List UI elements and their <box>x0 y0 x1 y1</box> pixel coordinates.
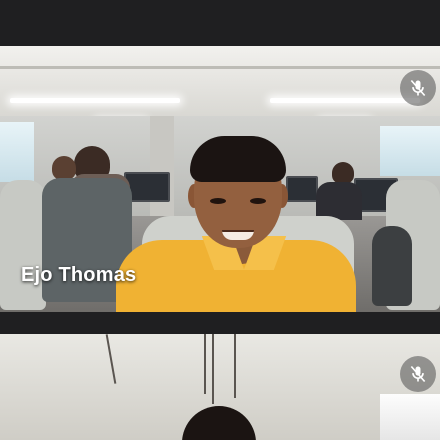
hanging-cable <box>204 334 206 394</box>
ceiling-light <box>10 98 180 103</box>
ceiling-light <box>380 394 440 440</box>
participant-video-tile[interactable] <box>0 334 440 440</box>
mute-status-button[interactable] <box>400 70 436 106</box>
background-person-body <box>316 182 362 220</box>
background-person-head <box>52 156 76 180</box>
mic-off-icon <box>410 79 426 97</box>
participant-eye <box>210 198 226 204</box>
office-chair <box>372 226 412 306</box>
office-chair <box>0 180 46 310</box>
mic-off-icon <box>410 365 426 383</box>
hanging-cable <box>234 334 236 398</box>
participant-eye <box>250 198 266 204</box>
participant-hair <box>190 136 286 182</box>
background-person-head <box>332 162 354 184</box>
participant-smile <box>222 230 254 240</box>
window <box>380 126 440 176</box>
monitor <box>286 176 318 202</box>
ceiling-light <box>270 98 420 103</box>
ceiling-beam <box>0 66 440 69</box>
mute-status-button[interactable] <box>400 356 436 392</box>
participant-name-label: Ejo Thomas <box>21 264 137 286</box>
office-ceiling <box>0 46 440 116</box>
hanging-cable <box>212 334 214 404</box>
window <box>0 122 34 182</box>
